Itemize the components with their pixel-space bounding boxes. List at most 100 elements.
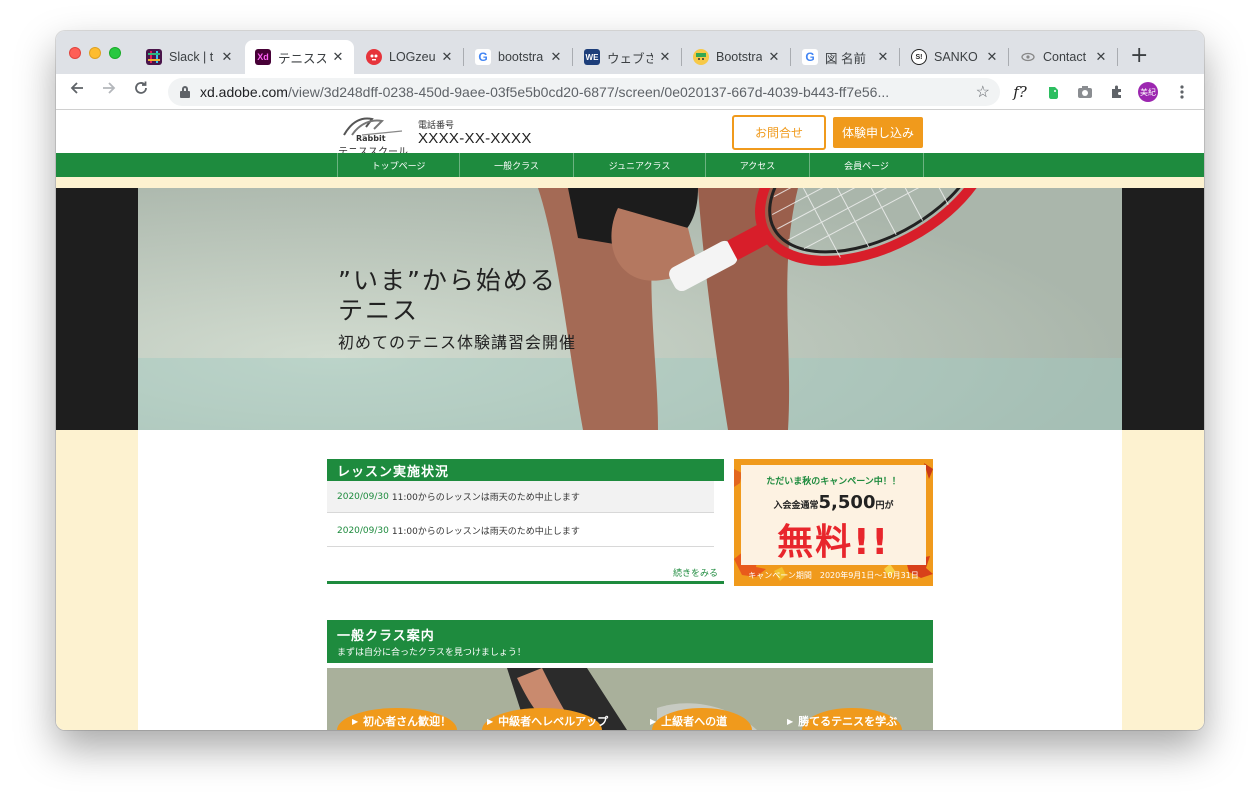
campaign-now-label: ただいま秋のキャンペーン中！！ [766, 477, 901, 487]
close-icon[interactable]: ✕ [1093, 49, 1109, 65]
site-header: Rabbit テニススクール 電話番号 XXXX-XX-XXXX お問合せ 体験… [56, 111, 1204, 158]
nav-item-junior-class[interactable]: ジュニアクラス [573, 153, 705, 177]
close-icon[interactable]: ✕ [219, 49, 235, 65]
tab-divider [790, 48, 791, 66]
xd-icon: Xd [255, 49, 271, 65]
tab-divider [899, 48, 900, 66]
bookmark-star-icon[interactable]: ☆ [976, 82, 990, 102]
back-arrow-icon[interactable] [66, 80, 88, 101]
zoom-window-button[interactable] [109, 47, 121, 59]
google-icon: G [802, 49, 818, 65]
extensions-puzzle-icon[interactable] [1107, 82, 1127, 102]
class-tag-label: 勝てるテニスを学ぶ [798, 715, 898, 728]
url-host: xd.adobe.com [200, 84, 288, 100]
profile-avatar[interactable]: 美紀 [1138, 82, 1158, 102]
site-logo[interactable]: Rabbit テニススクール [338, 115, 410, 158]
general-class-header: 一般クラス案内 まずは自分に合ったクラスを見つけましょう！ [327, 620, 933, 663]
tab-divider [463, 48, 464, 66]
hero-headline-line2: テニス [338, 296, 420, 325]
tab-label: Contact [1043, 50, 1087, 64]
hero-subline: 初めてのテニス体験講習会開催 [338, 333, 577, 352]
tab-label: bootstra [498, 50, 544, 64]
tab-contact[interactable]: Contact ✕ [1010, 40, 1117, 74]
campaign-free-label: 無料!! [777, 522, 890, 563]
class-tag-label: 初心者さん歓迎！ [363, 715, 452, 728]
profile-initials: 美紀 [1138, 82, 1158, 102]
web-page: Rabbit テニススクール 電話番号 XXXX-XX-XXXX お問合せ 体験… [56, 111, 1204, 730]
lesson-status-row[interactable]: 2020/09/30 11:00からのレッスンは雨天のため中止します [327, 481, 714, 513]
close-icon[interactable]: ✕ [548, 49, 564, 65]
class-tag-beginner[interactable]: ▶ 初心者さん歓迎！ [352, 706, 451, 730]
web-icon: WE [584, 49, 600, 65]
general-class-subtitle: まずは自分に合ったクラスを見つけましょう！ [337, 648, 526, 658]
tab-divider [572, 48, 573, 66]
tab-label: Slack | t [169, 50, 214, 64]
class-tag-label: 中級者へレベルアップ [498, 715, 609, 728]
minimize-window-button[interactable] [89, 47, 101, 59]
close-icon[interactable]: ✕ [984, 49, 1000, 65]
close-icon[interactable]: ✕ [330, 49, 346, 65]
tab-label: SANKO [934, 50, 978, 64]
tab-divider [1008, 48, 1009, 66]
tab-google-diagram[interactable]: G 図 名前 ✕ [792, 40, 899, 74]
reload-icon[interactable] [130, 80, 152, 101]
forward-arrow-icon[interactable] [98, 80, 120, 101]
close-icon[interactable]: ✕ [875, 49, 891, 65]
class-tag-intermediate[interactable]: ▶ 中級者へレベルアップ [487, 706, 608, 730]
address-bar[interactable]: xd.adobe.com/view/3d248dff-0238-450d-9ae… [168, 78, 1000, 106]
campaign-card: ただいま秋のキャンペーン中！！ 入会金通常5,500円が 無料!! [741, 465, 926, 565]
bootstrap-icon [693, 49, 709, 65]
new-tab-button[interactable]: + [1130, 43, 1148, 68]
close-icon[interactable]: ✕ [657, 49, 673, 65]
google-icon: G [475, 49, 491, 65]
hero-tennis-photo [138, 188, 1122, 430]
lesson-text: 11:00からのレッスンは雨天のため中止します [391, 493, 580, 503]
nav-item-general-class[interactable]: 一般クラス [459, 153, 573, 177]
url-path: /view/3d248dff-0238-450d-9aee-03f5e5b0cd… [287, 84, 890, 100]
tab-label: テニスス [278, 51, 326, 66]
campaign-banner[interactable]: ただいま秋のキャンペーン中！！ 入会金通常5,500円が 無料!! キャンペーン… [734, 459, 933, 586]
nav-divider [923, 153, 924, 177]
lesson-date: 2020/09/30 [337, 525, 389, 536]
lesson-status-title: レッスン実施状況 [327, 459, 724, 481]
campaign-fee-line: 入会金通常5,500円が [741, 492, 926, 513]
lesson-status-panel: レッスン実施状況 2020/09/30 11:00からのレッスンは雨天のため中止… [327, 459, 724, 584]
tab-google-bootstrap[interactable]: G bootstra ✕ [465, 40, 572, 74]
class-tag-advanced[interactable]: ▶ 上級者への道 [650, 706, 727, 730]
tab-logzeu[interactable]: LOGzeu ✕ [356, 40, 463, 74]
nav-item-access[interactable]: アクセス [705, 153, 809, 177]
close-icon[interactable]: ✕ [766, 49, 782, 65]
camera-icon[interactable] [1075, 82, 1095, 102]
main-content: レッスン実施状況 2020/09/30 11:00からのレッスンは雨天のため中止… [138, 430, 1122, 730]
tab-web[interactable]: WE ウェブさ ✕ [574, 40, 681, 74]
close-window-button[interactable] [69, 47, 81, 59]
fx-extension-icon[interactable]: f? [1010, 82, 1030, 102]
tab-bootstrap[interactable]: Bootstra ✕ [683, 40, 790, 74]
tab-strip: Slack | t ✕ Xd テニスス ✕ LOGzeu ✕ G bootstr… [56, 31, 1204, 74]
campaign-fee-amount: 5,500 [818, 492, 876, 513]
menu-kebab-icon[interactable] [1172, 82, 1192, 102]
tab-sanko[interactable]: S! SANKO ✕ [901, 40, 1008, 74]
tab-xd-active[interactable]: Xd テニスス ✕ [245, 40, 354, 74]
tab-slack[interactable]: Slack | t ✕ [136, 40, 243, 74]
lesson-status-row[interactable]: 2020/09/30 11:00からのレッスンは雨天のため中止します [327, 515, 714, 547]
tab-divider [1117, 48, 1118, 66]
tab-label: Bootstra [716, 50, 762, 64]
nav-item-member[interactable]: 会員ページ [809, 153, 923, 177]
global-nav: トップページ 一般クラス ジュニアクラス アクセス 会員ページ [56, 153, 1204, 177]
close-icon[interactable]: ✕ [439, 49, 455, 65]
evernote-icon[interactable] [1043, 82, 1063, 102]
lesson-text: 11:00からのレッスンは雨天のため中止します [391, 527, 580, 537]
phone-number: XXXX-XX-XXXX [418, 130, 532, 147]
inquiry-button[interactable]: お問合せ [732, 115, 826, 150]
nav-item-top[interactable]: トップページ [337, 153, 459, 177]
trial-signup-button[interactable]: 体験申し込み [833, 117, 923, 148]
class-tag-competitive[interactable]: ▶ 勝てるテニスを学ぶ [787, 706, 897, 730]
campaign-period: キャンペーン期間 2020年9月1日〜10月31日 [748, 571, 919, 580]
lessons-bottom-rule [327, 581, 724, 584]
lessons-more-link[interactable]: 続きをみる [673, 566, 718, 579]
tab-label: 図 名前 [825, 51, 866, 66]
logo-wordmark: Rabbit [356, 134, 386, 143]
tab-label: ウェブさ [607, 51, 653, 66]
general-class-photo: ▶ 初心者さん歓迎！ ▶ 中級者へレベルアップ ▶ 上級者への道 ▶ 勝てるテニスを学ぶ [327, 668, 933, 730]
